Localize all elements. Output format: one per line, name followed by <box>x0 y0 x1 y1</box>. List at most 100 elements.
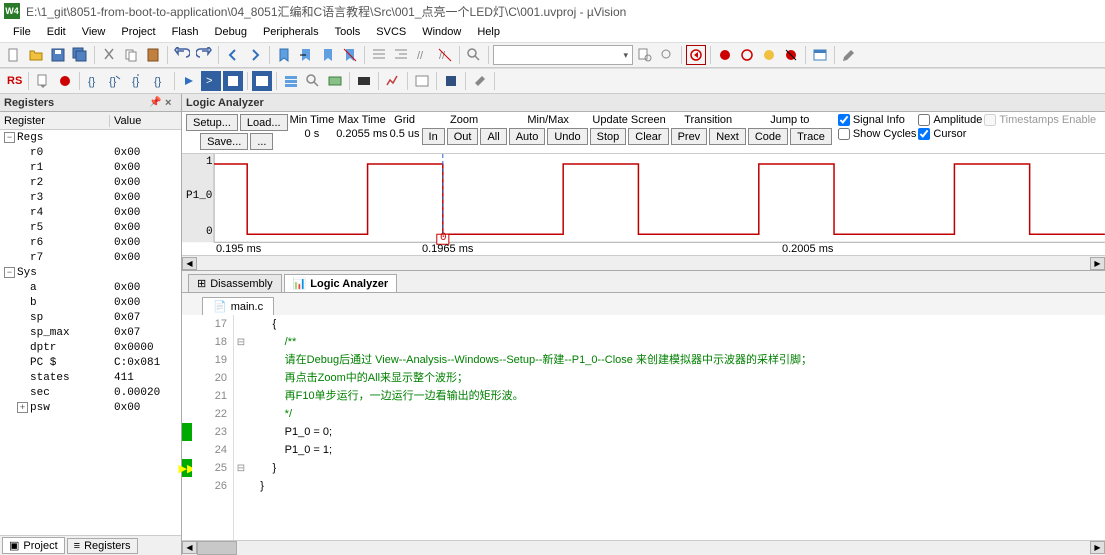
reg-row[interactable]: r00x00 <box>0 145 181 160</box>
reg-row[interactable]: r70x00 <box>0 250 181 265</box>
col-register[interactable]: Register <box>0 115 110 127</box>
uncomment-icon[interactable]: // <box>435 45 455 65</box>
save-button[interactable]: Save... <box>200 133 248 150</box>
undo-button[interactable]: Undo <box>547 128 587 145</box>
cut-icon[interactable] <box>99 45 119 65</box>
system-viewer-icon[interactable] <box>441 71 461 91</box>
step-out-icon[interactable]: {} <box>128 71 148 91</box>
show-cycles-check[interactable]: Show Cycles <box>838 128 917 140</box>
reg-row[interactable]: sec0.00020 <box>0 385 181 400</box>
bookmark-prev-icon[interactable] <box>296 45 316 65</box>
menu-help[interactable]: Help <box>470 24 507 40</box>
col-value[interactable]: Value <box>110 115 181 127</box>
nav-back-icon[interactable] <box>223 45 243 65</box>
clear-button[interactable]: Clear <box>628 128 668 145</box>
open-icon[interactable] <box>26 45 46 65</box>
registers-tree[interactable]: −Regs r00x00r10x00r20x00r30x00r40x00r50x… <box>0 130 181 535</box>
bookmark-clear-icon[interactable] <box>340 45 360 65</box>
signal-info-check[interactable]: Signal Info <box>838 114 905 126</box>
reset-icon[interactable]: RST <box>4 71 24 91</box>
reg-row[interactable]: b0x00 <box>0 295 181 310</box>
call-stack-icon[interactable] <box>281 71 301 91</box>
menu-edit[interactable]: Edit <box>40 24 73 40</box>
analysis-window-icon[interactable] <box>383 71 403 91</box>
step-over-icon[interactable]: {} <box>106 71 126 91</box>
waveform-area[interactable]: P1_0 1 0 0 0.195 ms 0.1965 ms 0.2005 ms <box>182 154 1105 255</box>
incremental-find-icon[interactable] <box>657 45 677 65</box>
next-button[interactable]: Next <box>709 128 746 145</box>
code-content[interactable]: { /** 请在Debug后通过 View--Analysis--Windows… <box>248 315 1105 540</box>
trace-window-icon[interactable] <box>412 71 432 91</box>
load-button[interactable]: Load... <box>240 114 288 131</box>
reg-row[interactable]: states411 <box>0 370 181 385</box>
new-file-icon[interactable] <box>4 45 24 65</box>
scroll-thumb[interactable] <box>197 541 237 555</box>
reg-row[interactable]: +psw0x00 <box>0 400 181 415</box>
reg-row[interactable]: r60x00 <box>0 235 181 250</box>
reg-row[interactable]: sp_max0x07 <box>0 325 181 340</box>
menu-debug[interactable]: Debug <box>208 24 254 40</box>
watch-window-icon[interactable] <box>303 71 323 91</box>
tab-disassembly[interactable]: ⊞Disassembly <box>188 274 282 292</box>
breakpoint-column[interactable]: ▶▶ <box>182 315 192 540</box>
memory-window-icon[interactable] <box>325 71 345 91</box>
reg-row[interactable]: a0x00 <box>0 280 181 295</box>
code-editor[interactable]: ▶▶ 17181920212223242526 ⊟⊟ { /** 请在Debug… <box>182 315 1105 540</box>
pin-icon[interactable]: 📌 <box>149 97 161 109</box>
setup-button[interactable]: Setup... <box>186 114 238 131</box>
window-icon[interactable] <box>810 45 830 65</box>
run-icon[interactable] <box>33 71 53 91</box>
tab-logic-analyzer[interactable]: 📊Logic Analyzer <box>284 274 398 292</box>
auto-button[interactable]: Auto <box>509 128 546 145</box>
reg-group-regs[interactable]: −Regs <box>0 130 181 145</box>
save-icon[interactable] <box>48 45 68 65</box>
registers-window-icon[interactable] <box>252 71 272 91</box>
stop-icon[interactable] <box>55 71 75 91</box>
breakpoint-disable-icon[interactable] <box>759 45 779 65</box>
la-scrollbar[interactable]: ◀ ▶ <box>182 255 1105 270</box>
code-button[interactable]: Code <box>748 128 788 145</box>
command-window-icon[interactable]: > <box>201 71 221 91</box>
zoom-out-button[interactable]: Out <box>447 128 479 145</box>
undo-icon[interactable] <box>172 45 192 65</box>
find-combo[interactable] <box>493 45 633 65</box>
save-all-icon[interactable] <box>70 45 90 65</box>
fold-column[interactable]: ⊟⊟ <box>234 315 248 540</box>
comment-icon[interactable]: // <box>413 45 433 65</box>
cursor-check[interactable]: Cursor <box>918 128 966 140</box>
serial-window-icon[interactable] <box>354 71 374 91</box>
copy-icon[interactable] <box>121 45 141 65</box>
stop-button[interactable]: Stop <box>590 128 627 145</box>
reg-group-sys[interactable]: −Sys <box>0 265 181 280</box>
bookmark-next-icon[interactable] <box>318 45 338 65</box>
menu-peripherals[interactable]: Peripherals <box>256 24 326 40</box>
outdent-icon[interactable] <box>391 45 411 65</box>
nav-forward-icon[interactable] <box>245 45 265 65</box>
reg-row[interactable]: PC $C:0x081 <box>0 355 181 370</box>
disassembly-window-icon[interactable] <box>223 71 243 91</box>
show-next-statement-icon[interactable] <box>179 71 199 91</box>
expand-icon[interactable]: + <box>17 402 28 413</box>
collapse-icon[interactable]: − <box>4 132 15 143</box>
prev-button[interactable]: Prev <box>671 128 708 145</box>
reg-row[interactable]: r20x00 <box>0 175 181 190</box>
tab-registers[interactable]: ≡Registers <box>67 538 138 554</box>
indent-icon[interactable] <box>369 45 389 65</box>
breakpoint-kill-icon[interactable] <box>781 45 801 65</box>
menu-flash[interactable]: Flash <box>165 24 206 40</box>
scroll-left-icon[interactable]: ◀ <box>182 257 197 270</box>
menu-window[interactable]: Window <box>415 24 468 40</box>
configure-icon[interactable] <box>839 45 859 65</box>
trace-button[interactable]: Trace <box>790 128 832 145</box>
reg-row[interactable]: r10x00 <box>0 160 181 175</box>
redo-icon[interactable] <box>194 45 214 65</box>
reg-row[interactable]: r30x00 <box>0 190 181 205</box>
menu-svcs[interactable]: SVCS <box>369 24 413 40</box>
scroll-left-icon[interactable]: ◀ <box>182 541 197 554</box>
zoom-in-button[interactable]: In <box>422 128 445 145</box>
breakpoint-enable-icon[interactable] <box>737 45 757 65</box>
file-tab-main[interactable]: 📄main.c <box>202 297 274 315</box>
menu-file[interactable]: File <box>6 24 38 40</box>
reg-row[interactable]: r40x00 <box>0 205 181 220</box>
paste-icon[interactable] <box>143 45 163 65</box>
